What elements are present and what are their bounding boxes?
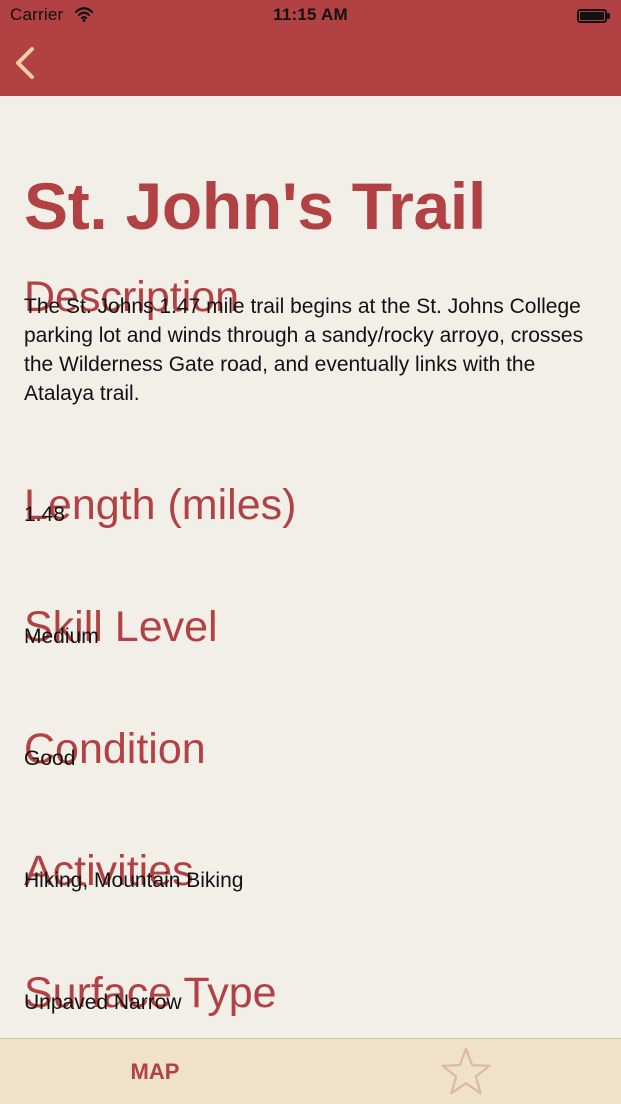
skill-level-value: Medium — [24, 625, 99, 648]
activities-value: Hiking, Mountain Biking — [24, 869, 244, 892]
battery-icon — [577, 8, 611, 24]
top-bar: Carrier 11:15 AM — [0, 0, 621, 96]
chevron-left-icon — [10, 43, 44, 83]
status-time: 11:15 AM — [273, 5, 348, 24]
back-button[interactable] — [10, 43, 44, 83]
star-outline-icon — [438, 1046, 494, 1098]
description-text: The St. Johns 1.47 mile trail begins at … — [24, 295, 584, 405]
condition-value: Good — [24, 747, 76, 770]
map-tab[interactable]: MAP — [108, 1059, 202, 1087]
status-bar: Carrier 11:15 AM — [0, 0, 621, 32]
favorite-button[interactable] — [438, 1046, 494, 1098]
surface-type-value: Unpaved Narrow — [24, 991, 182, 1014]
page-title: St. John's Trail — [24, 169, 487, 244]
length-value: 1.48 — [24, 503, 65, 526]
bottom-tab-bar: MAP — [0, 1038, 621, 1104]
trail-detail-content: St. John's Trail Description The St. Joh… — [0, 96, 621, 1038]
